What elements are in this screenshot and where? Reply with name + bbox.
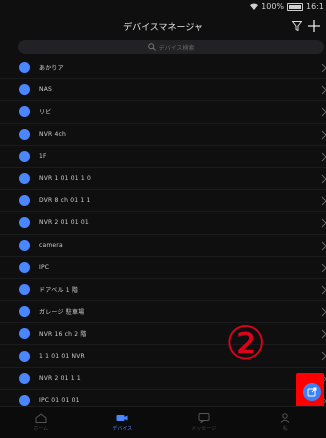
device-name: あかりア (39, 63, 64, 72)
chevron-right-icon (321, 241, 326, 251)
device-row[interactable]: リビ (0, 101, 326, 123)
device-row[interactable]: 1 1 01 01 NVR (0, 345, 326, 367)
add-device-icon[interactable] (307, 19, 321, 33)
device-row[interactable]: NVR 2 01 1 1 (0, 368, 326, 390)
device-name: NVR 4ch (39, 131, 66, 138)
status-right: 100% 16:1 (250, 2, 324, 11)
device-avatar-icon (19, 217, 30, 228)
chevron-right-icon (321, 107, 326, 117)
tab-me[interactable]: 私 (245, 407, 326, 438)
device-row[interactable]: ガレージ 駐車場 (0, 301, 326, 323)
search-input[interactable]: デバイス検索 (18, 40, 324, 54)
tab-home[interactable]: ホーム (0, 407, 82, 438)
device-avatar-icon (19, 328, 30, 339)
filter-icon[interactable] (292, 21, 302, 31)
device-avatar-icon (19, 351, 30, 362)
device-name: NVR 2 01 01 01 (39, 219, 89, 226)
battery-percent: 100% (261, 2, 284, 11)
chevron-right-icon (321, 329, 326, 339)
chevron-right-icon (321, 263, 326, 273)
home-icon (35, 413, 47, 423)
device-avatar-icon (19, 151, 30, 162)
camera-icon (116, 413, 128, 423)
device-name: NVR 2 01 1 1 (39, 375, 81, 382)
device-name: camera (39, 242, 63, 249)
tab-messages-label: メッセージ (191, 425, 216, 432)
wifi-icon (250, 3, 258, 10)
device-avatar-icon (19, 62, 30, 73)
chevron-right-icon (321, 218, 326, 228)
device-avatar-icon (19, 173, 30, 184)
device-row[interactable]: NVR 1 01 01 1 0 (0, 168, 326, 190)
device-name: NVR 1 01 01 1 0 (39, 175, 91, 182)
chevron-right-icon (321, 63, 326, 73)
device-list: あかりア NAS リビ NVR 4ch 1F NVR 1 01 01 1 0 DVR 8 c… (0, 57, 326, 434)
device-avatar-icon (19, 262, 30, 273)
device-avatar-icon (19, 129, 30, 140)
device-name: ガレージ 駐車場 (39, 307, 84, 316)
chevron-right-icon (321, 351, 326, 361)
device-avatar-icon (19, 373, 30, 384)
device-name: NAS (39, 86, 52, 93)
device-row[interactable]: IPC (0, 257, 326, 279)
device-name: ドアベル 1 階 (39, 285, 78, 294)
device-row[interactable]: NVR 4ch (0, 124, 326, 146)
device-row[interactable]: NAS (0, 79, 326, 101)
search-placeholder: デバイス検索 (159, 43, 195, 52)
chevron-right-icon (321, 285, 326, 295)
device-row[interactable]: 1F (0, 146, 326, 168)
device-avatar-icon (19, 240, 30, 251)
step-annotation: ② (225, 320, 266, 366)
chevron-right-icon (321, 196, 326, 206)
device-name: NVR 16 ch 2 階 (39, 329, 87, 338)
device-name: IPC 01 01 01 (39, 397, 80, 404)
device-row[interactable]: camera (0, 235, 326, 257)
device-avatar-icon (19, 395, 30, 406)
user-icon (279, 413, 291, 423)
device-row[interactable]: ドアベル 1 階 (0, 279, 326, 301)
device-name: 1 1 01 01 NVR (39, 353, 85, 360)
share-button[interactable] (303, 383, 321, 401)
chevron-right-icon (321, 307, 326, 317)
message-icon (198, 413, 210, 423)
tab-bar: ホーム デバイス メッセージ 私 (0, 406, 326, 438)
tab-me-label: 私 (283, 425, 288, 432)
device-name: リビ (39, 107, 51, 116)
page-title: デバイスマネージャ (0, 20, 326, 33)
device-avatar-icon (19, 195, 30, 206)
status-time: 16:1 (306, 2, 324, 11)
battery-icon (287, 3, 303, 11)
device-row[interactable]: NVR 2 01 01 01 (0, 212, 326, 234)
chevron-right-icon (321, 85, 326, 95)
search-icon (148, 43, 156, 51)
chevron-right-icon (321, 130, 326, 140)
tab-home-label: ホーム (33, 425, 48, 432)
device-row[interactable]: DVR 8 ch 01 1 1 (0, 190, 326, 212)
tab-devices-label: デバイス (112, 425, 132, 432)
chevron-right-icon (321, 174, 326, 184)
device-avatar-icon (19, 84, 30, 95)
device-avatar-icon (19, 306, 30, 317)
tab-messages[interactable]: メッセージ (163, 407, 245, 438)
header: デバイスマネージャ (0, 14, 326, 40)
status-bar: 100% 16:1 (0, 0, 326, 14)
chevron-right-icon (321, 152, 326, 162)
device-avatar-icon (19, 284, 30, 295)
device-row[interactable]: あかりア (0, 57, 326, 79)
device-avatar-icon (19, 106, 30, 117)
device-row[interactable]: NVR 16 ch 2 階 (0, 323, 326, 345)
device-name: IPC (39, 264, 49, 271)
device-name: DVR 8 ch 01 1 1 (39, 197, 91, 204)
tab-devices[interactable]: デバイス (82, 407, 164, 438)
share-icon (307, 387, 317, 397)
device-name: 1F (39, 153, 47, 160)
